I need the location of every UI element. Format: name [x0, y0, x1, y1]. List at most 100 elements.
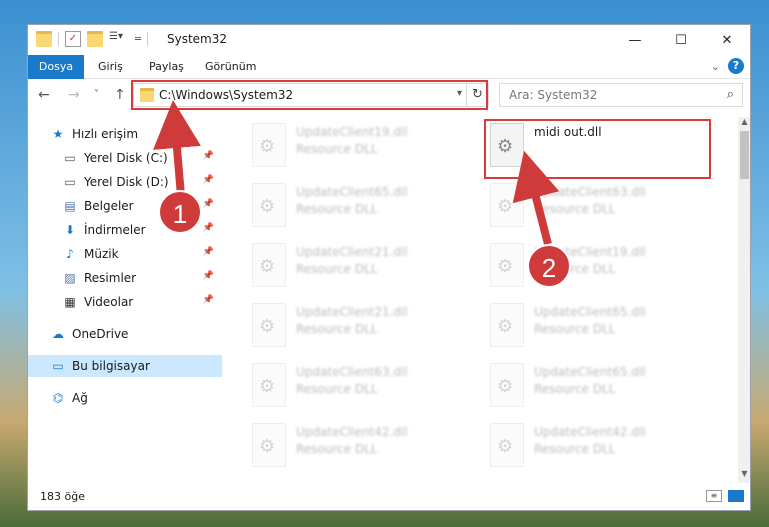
file-item[interactable]: ⚙ UpdateClient19.dll Resource DLL	[244, 119, 482, 175]
dll-file-icon: ⚙	[490, 183, 524, 227]
toolbar-separator	[58, 32, 59, 46]
file-item[interactable]: ⚙ UpdateClient63.dll Resource DLL	[244, 359, 482, 415]
tab-share[interactable]: Paylaş	[149, 55, 184, 79]
help-icon[interactable]: ?	[728, 58, 744, 74]
sidebar-item-label: Ağ	[72, 391, 88, 405]
file-item[interactable]: ⚙ UpdateClient65.dll Resource DLL	[482, 359, 720, 415]
expand-ribbon-icon[interactable]: ⌄	[711, 60, 720, 73]
scroll-thumb[interactable]	[740, 131, 749, 179]
back-button[interactable]: ←	[38, 87, 50, 103]
gear-icon: ⚙	[497, 376, 514, 397]
large-icons-view-icon[interactable]	[728, 490, 744, 502]
file-name: UpdateClient42.dll	[534, 425, 646, 439]
step-2-callout: 2	[527, 244, 571, 288]
search-placeholder[interactable]: Ara: System32	[509, 88, 597, 102]
file-type: Resource DLL	[296, 322, 378, 336]
ribbon-tabs: Dosya Giriş Paylaş Görünüm ⌄ ?	[28, 55, 750, 79]
file-name: UpdateClient63.dll	[534, 185, 646, 199]
tab-view[interactable]: Görünüm	[205, 55, 256, 79]
up-button[interactable]: ↑	[114, 87, 126, 103]
sidebar-item-label: Müzik	[84, 247, 119, 261]
new-folder-icon[interactable]	[87, 31, 103, 47]
sidebar-item-label: Belgeler	[84, 199, 134, 213]
close-button[interactable]: ✕	[704, 25, 750, 55]
file-item[interactable]: ⚙ UpdateClient21.dll Resource DLL	[244, 239, 482, 295]
tab-home[interactable]: Giriş	[98, 55, 123, 79]
file-name: UpdateClient65.dll	[296, 185, 408, 199]
dll-file-icon: ⚙	[490, 303, 524, 347]
drive-icon: ▭	[64, 151, 76, 165]
gear-icon: ⚙	[259, 196, 276, 217]
minimize-button[interactable]: —	[612, 25, 658, 55]
pin-icon: 📌	[202, 199, 214, 209]
file-highlight-box	[484, 119, 711, 179]
sidebar-item[interactable]: ▨ Resimler 📌	[28, 267, 222, 289]
gear-icon: ⚙	[497, 256, 514, 277]
file-item[interactable]: ⚙ UpdateClient65.dll Resource DLL	[244, 179, 482, 235]
search-input[interactable]: Ara: System32 ⌕	[499, 83, 743, 107]
music-icon: ♪	[66, 247, 74, 261]
sidebar-item[interactable]: ▭ Yerel Disk (C:) 📌	[28, 147, 222, 169]
file-item[interactable]: ⚙ UpdateClient19.dll Resource DLL	[482, 239, 720, 295]
gear-icon: ⚙	[259, 256, 276, 277]
scroll-up-icon[interactable]: ▲	[738, 117, 750, 131]
toolbar-separator	[147, 32, 149, 46]
file-name: UpdateClient63.dll	[296, 365, 408, 379]
file-type: Resource DLL	[534, 322, 616, 336]
sidebar-item[interactable]: ▭ Yerel Disk (D:) 📌	[28, 171, 222, 193]
file-item[interactable]: ⚙ UpdateClient42.dll Resource DLL	[244, 419, 482, 475]
customize-toolbar-icon[interactable]: ☰▾	[109, 31, 125, 47]
file-type: Resource DLL	[296, 202, 378, 216]
sidebar-item-label: Resimler	[84, 271, 137, 285]
sidebar-item[interactable]: ☁ OneDrive	[28, 323, 222, 345]
vertical-scrollbar[interactable]: ▲ ▼	[738, 117, 750, 483]
file-item[interactable]: ⚙ UpdateClient21.dll Resource DLL	[244, 299, 482, 355]
forward-button[interactable]: →	[68, 87, 80, 103]
folder-icon	[36, 31, 52, 47]
file-type: Resource DLL	[296, 382, 378, 396]
pictures-icon: ▨	[64, 271, 76, 285]
title-bar: ✓ ☰▾ ═ System32 — ☐ ✕	[28, 25, 750, 55]
step-1-callout: 1	[158, 190, 202, 234]
file-type: Resource DLL	[296, 142, 378, 156]
star-icon: ★	[52, 127, 64, 141]
window-controls: — ☐ ✕	[612, 25, 750, 55]
file-item[interactable]: ⚙ UpdateClient42.dll Resource DLL	[482, 419, 720, 475]
pin-icon: 📌	[202, 247, 214, 257]
dll-file-icon: ⚙	[252, 363, 286, 407]
sidebar-item-label: Bu bilgisayar	[72, 359, 150, 373]
gear-icon: ⚙	[259, 136, 276, 157]
sidebar-item[interactable]: ▭ Bu bilgisayar	[28, 355, 222, 377]
scroll-down-icon[interactable]: ▼	[738, 469, 750, 483]
properties-icon[interactable]: ✓	[65, 31, 81, 47]
pin-icon: 📌	[202, 175, 214, 185]
sidebar-item[interactable]: ♪ Müzik 📌	[28, 243, 222, 265]
gear-icon: ⚙	[497, 436, 514, 457]
dll-file-icon: ⚙	[490, 243, 524, 287]
file-item[interactable]: ⚙ UpdateClient63.dll Resource DLL	[482, 179, 720, 235]
file-name: UpdateClient65.dll	[534, 365, 646, 379]
sidebar-item[interactable]: ★ Hızlı erişim	[28, 123, 222, 145]
file-name: UpdateClient21.dll	[296, 245, 408, 259]
dll-file-icon: ⚙	[490, 363, 524, 407]
details-view-icon[interactable]: ≡	[706, 490, 722, 502]
file-name: UpdateClient65.dll	[534, 305, 646, 319]
dll-file-icon: ⚙	[490, 423, 524, 467]
sidebar-item-label: Hızlı erişim	[72, 127, 139, 141]
tab-file[interactable]: Dosya	[28, 55, 84, 79]
file-type: Resource DLL	[534, 382, 616, 396]
sidebar-item[interactable]: ▦ Videolar 📌	[28, 291, 222, 313]
window-title: System32	[167, 32, 228, 46]
sidebar-item[interactable]: ⌬ Ağ	[28, 387, 222, 409]
sidebar-item-label: Videolar	[84, 295, 134, 309]
dropdown-arrow-icon[interactable]: ═	[135, 34, 141, 45]
recent-locations-button[interactable]: ˅	[94, 89, 99, 100]
drive-icon: ▭	[64, 175, 76, 189]
file-type: Resource DLL	[534, 442, 616, 456]
view-buttons: ≡	[706, 490, 744, 502]
gear-icon: ⚙	[497, 316, 514, 337]
file-item[interactable]: ⚙ UpdateClient65.dll Resource DLL	[482, 299, 720, 355]
maximize-button[interactable]: ☐	[658, 25, 704, 55]
file-name: UpdateClient21.dll	[296, 305, 408, 319]
search-icon[interactable]: ⌕	[727, 87, 734, 102]
